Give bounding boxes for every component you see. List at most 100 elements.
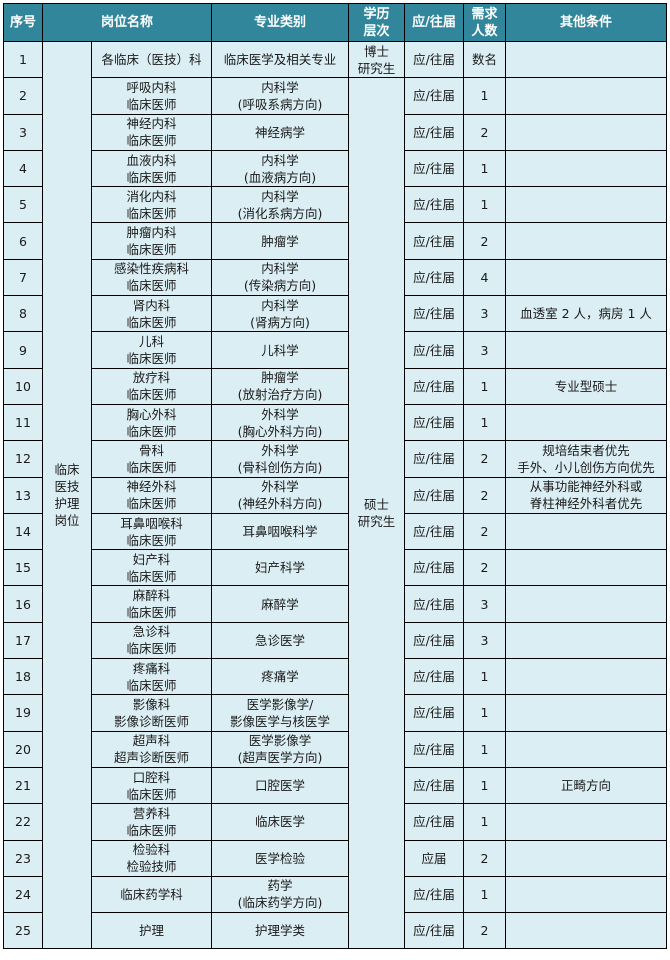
major-cell: 外科学 (胸心外科方向) [211,403,350,442]
post-name-line: 麻醉科 [132,588,171,604]
graduate-type-cell: 应/往届 [404,875,465,914]
major-line: 外科学 [261,406,299,422]
table-row: 14 耳鼻咽喉科 临床医师 耳鼻咽喉科学 应/往届 2 [3,512,668,551]
post-name-cell: 妇产科 临床医师 [90,549,213,587]
major-line: (神经外科方向) [237,496,323,512]
major-line: 临床医学 [255,814,306,830]
table-row: 10 放疗科 临床医师 肿瘤学 (放射治疗方向) 应/往届 1 专业型硕士 [3,367,668,405]
major-cell: 临床医学 [211,803,350,841]
other-conditions-cell [505,549,668,587]
post-name-line: 放疗科 [132,370,171,386]
major-line: (放射治疗方向) [237,387,323,403]
major-line: 影像医学与核医学 [230,713,331,729]
post-name-line: 临床医师 [126,278,177,294]
seq-cell: 12 [3,440,43,478]
table-row: 11 胸心外科 临床医师 外科学 (胸心外科方向) 应/往届 1 [3,403,668,442]
major-cell: 临床医学及相关专业 [211,40,350,79]
seq-cell: 18 [3,658,43,696]
major-line: 疼痛学 [261,669,299,685]
major-cell: 内科学 (呼吸系病方向) [211,77,350,115]
table-body: 1 临床 医技 护理 岗位 各临床（医技）科 临床医学及相关专业 博士 研究生 应/往届 数名 2 呼吸… [3,40,668,950]
post-name-cell: 口腔科 临床医师 [90,766,213,805]
seq-cell: 5 [3,186,43,224]
post-name-line: 临床医师 [126,242,177,258]
education-line: 博士 [364,43,390,59]
post-name-line: 检验科 [132,842,171,858]
seq-cell: 8 [3,295,43,333]
other-conditions-cell [505,113,668,151]
table-row: 18 疼痛科 临床医师 疼痛学 应/往届 1 [3,658,668,696]
major-cell: 神经病学 [211,113,350,151]
post-name-cell: 营养科 临床医师 [90,803,213,841]
header-post: 岗位名称 [41,3,213,42]
table-row: 22 营养科 临床医师 临床医学 应/往届 1 [3,803,668,841]
table-row: 13 神经外科 临床医师 外科学 (神经外科方向) 应/往届 2 从事功能神经外科或 脊柱神经外… [3,476,668,514]
major-cell: 疼痛学 [211,658,350,696]
graduate-type-cell: 应/往届 [404,367,465,405]
post-name-line: 临床医师 [126,387,177,403]
headcount-cell: 3 [463,585,507,623]
post-name-line: 临床医师 [126,314,177,330]
post-name-cell: 儿科 临床医师 [90,331,213,369]
post-name-line: 影像科 [132,696,171,712]
major-cell: 药学 (临床药学方向) [211,875,350,914]
other-conditions-cell [505,621,668,660]
other-condition-line: 从事功能神经外科或 [529,479,643,495]
major-line: 内科学 [261,297,299,313]
other-condition-line: 正畸方向 [561,778,612,794]
post-name-line: 耳鼻咽喉科 [120,515,183,531]
other-conditions-cell [505,258,668,297]
major-cell: 肿瘤学 [211,222,350,260]
post-name-cell: 影像科 影像诊断医师 [90,694,213,732]
major-line: 临床医学及相关专业 [223,52,337,68]
header-major: 专业类别 [211,3,350,42]
graduate-type-cell: 应/往届 [404,476,465,514]
table-row: 2 呼吸内科 临床医师 内科学 (呼吸系病方向) 硕士 研究生 应/往届 1 [3,77,668,950]
seq-cell: 19 [3,694,43,732]
table-row: 6 肿瘤内科 临床医师 肿瘤学 应/往届 2 [3,222,668,260]
post-name-line: 营养科 [132,805,171,821]
recruitment-table: 序号 岗位名称 专业类别 学历 层次 应/往届 需求 人数 其他条件 1 临床 医技… [3,3,668,950]
major-cell: 外科学 (骨科创伤方向) [211,440,350,478]
graduate-type-cell: 应/往届 [404,295,465,333]
major-cell: 内科学 (肾病方向) [211,295,350,333]
major-line: (呼吸系病方向) [237,96,323,112]
headcount-cell: 1 [463,77,507,115]
other-conditions-cell [505,186,668,224]
major-line: 内科学 [261,79,299,95]
graduate-type-cell: 应/往届 [404,149,465,188]
headcount-cell: 2 [463,222,507,260]
graduate-type-cell: 应/往届 [404,621,465,660]
header-count-line: 需求 [471,6,498,22]
other-conditions-cell [505,803,668,841]
post-name-line: 临床医师 [126,351,177,367]
major-cell: 急诊医学 [211,621,350,660]
post-name-cell: 肿瘤内科 临床医师 [90,222,213,260]
graduate-type-cell: 应/往届 [404,585,465,623]
post-name-line: 临床药学科 [120,886,183,902]
table-row: 16 麻醉科 临床医师 麻醉学 应/往届 3 [3,585,668,623]
graduate-type-cell: 应/往届 [404,912,465,950]
major-cell: 医学影像学/影像医学与核医学 [211,694,350,732]
major-line: 口腔医学 [255,778,306,794]
major-line: 肿瘤学 [261,233,299,249]
post-name-line: 临床医师 [126,423,177,439]
post-name-line: 护理 [139,923,165,939]
post-name-line: 儿科 [139,334,165,350]
major-line: (肾病方向) [250,314,310,330]
table-row: 17 急诊科 临床医师 急诊医学 应/往届 3 [3,621,668,660]
post-name-cell: 神经外科 临床医师 [90,476,213,514]
post-name-cell: 神经内科 临床医师 [90,113,213,151]
post-name-line: 骨科 [139,442,165,458]
post-name-line: 肿瘤内科 [126,225,177,241]
headcount-cell: 1 [463,186,507,224]
major-line: 内科学 [261,152,299,168]
other-condition-line: 手外、小儿创伤方向优先 [517,459,655,475]
graduate-type-cell: 应/往届 [404,186,465,224]
post-name-line: 妇产科 [132,551,171,567]
other-conditions-cell: 规培结束者优先 手外、小儿创伤方向优先 [505,440,668,478]
post-name-line: 临床医师 [126,133,177,149]
major-cell: 外科学 (神经外科方向) [211,476,350,514]
graduate-type-cell: 应/往届 [404,40,465,79]
table-row: 3 神经内科 临床医师 神经病学 应/往届 2 [3,113,668,151]
